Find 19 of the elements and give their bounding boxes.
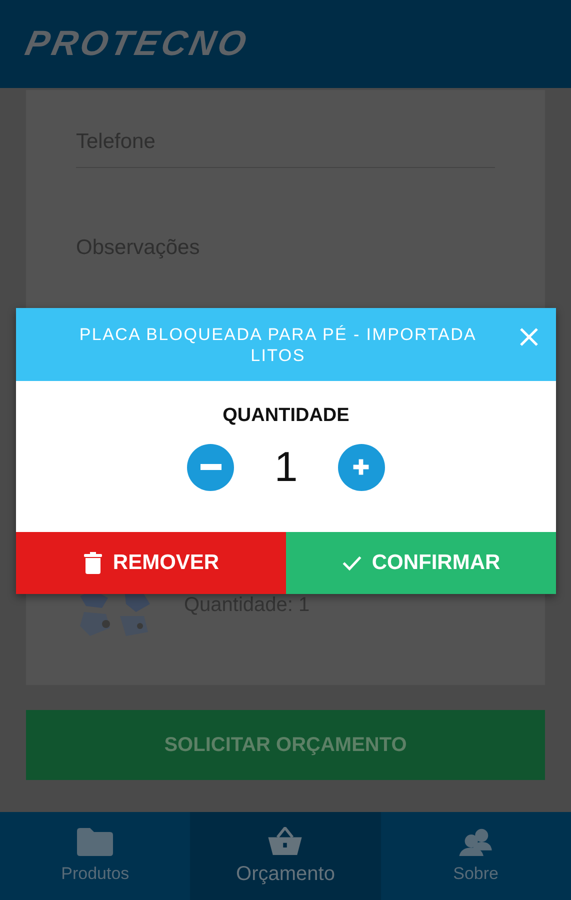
quantity-label: QUANTIDADE [222, 405, 350, 427]
folder-icon [77, 828, 114, 856]
nav-tab[interactable]: Produtos [0, 812, 190, 900]
nav-tab[interactable]: Orçamento [190, 812, 381, 900]
confirm-button[interactable]: CONFIRMAR [286, 532, 556, 594]
nav-tab[interactable]: Sobre [380, 812, 571, 900]
trash-icon [82, 552, 103, 574]
basket-icon [267, 826, 304, 854]
minus-icon [200, 464, 222, 470]
request-quote-button[interactable]: SOLICITAR ORÇAMENTO [26, 710, 545, 780]
quantity-value: 1 [274, 443, 298, 491]
logo: PROTECNO [22, 24, 253, 64]
tab-label: Orçamento [236, 862, 335, 886]
tab-label: Produtos [61, 864, 130, 884]
remove-button[interactable]: REMOVER [16, 532, 286, 594]
tab-label: Sobre [453, 864, 498, 884]
dialog-title: PLACA BLOQUEADA PARA PÉ - IMPORTADA LITOS [78, 324, 478, 366]
people-icon [458, 828, 494, 856]
close-icon [519, 327, 539, 347]
